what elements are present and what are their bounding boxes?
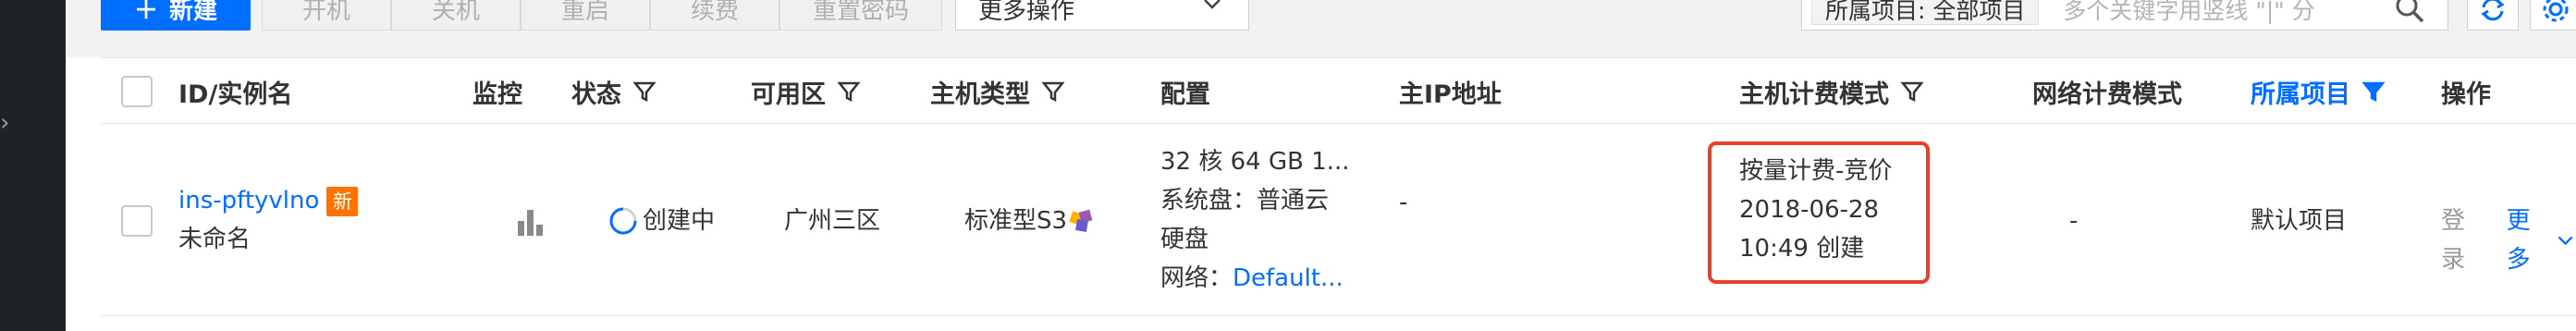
table-row: ins-pftyvlno 新 未命名 创建中 广州三区 标准型S3 32 核 6… [101, 124, 2576, 316]
login-link[interactable]: 登录 [2441, 202, 2484, 279]
header-config: 配置 [1160, 80, 1210, 109]
filter-icon[interactable] [2361, 80, 2386, 104]
net-billing-cell: - [2069, 207, 2079, 235]
start-button[interactable]: 开机 [262, 0, 391, 31]
header-id: ID/实例名 [178, 80, 293, 109]
main-panel: ＋ 新建 开机 关机 重启 续费 重置密码 更多操作 所属项目: 全部项目 多个… [66, 0, 2576, 331]
filter-icon[interactable] [632, 80, 656, 104]
header-ip: 主IP地址 [1399, 80, 1502, 109]
header-billing[interactable]: 主机计费模式 [1739, 58, 1924, 125]
config-disk-cont: 硬盘 [1160, 226, 1209, 253]
filter-icon[interactable] [837, 80, 861, 104]
select-all-checkbox[interactable] [121, 76, 153, 107]
type-text: 标准型S3 [964, 207, 1068, 235]
more-actions-dropdown[interactable]: 更多 [2507, 202, 2576, 279]
new-label: 新建 [169, 0, 218, 25]
spot-instance-icon [1069, 209, 1093, 232]
row-checkbox[interactable] [121, 205, 153, 237]
billing-date: 2018-06-28 [1739, 196, 1880, 224]
gear-icon [2543, 0, 2569, 21]
refresh-icon [2481, 0, 2505, 20]
config-network: 网络：Default... [1160, 264, 1343, 292]
config-spec: 32 核 64 GB 1... [1160, 148, 1350, 176]
renew-button[interactable]: 续费 [650, 0, 779, 31]
header-type[interactable]: 主机类型 [930, 58, 1065, 125]
billing-created: 10:49 创建 [1739, 235, 1865, 263]
chevron-right-icon[interactable]: › [0, 109, 9, 137]
restart-button[interactable]: 重启 [521, 0, 650, 31]
header-status[interactable]: 状态 [571, 58, 656, 125]
search-placeholder: 多个关键字用竖线 "|" 分 [2063, 0, 2315, 24]
filter-icon[interactable] [1041, 80, 1065, 104]
network-link[interactable]: Default... [1233, 264, 1343, 292]
settings-button[interactable] [2530, 0, 2576, 31]
search-input[interactable]: 所属项目: 全部项目 多个关键字用竖线 "|" 分 [1801, 0, 2448, 31]
monitor-chart-icon[interactable] [515, 206, 546, 236]
zone-cell: 广州三区 [784, 207, 881, 235]
project-filter-tag[interactable]: 所属项目: 全部项目 [1811, 0, 2040, 25]
header-actions: 操作 [2441, 80, 2491, 109]
more-operations-dropdown[interactable]: 更多操作 [955, 0, 1249, 31]
type-cell: 标准型S3 [964, 202, 1098, 240]
chevron-down-icon [1200, 0, 1224, 21]
loading-spinner-icon [609, 207, 637, 235]
sidebar: › [0, 0, 66, 331]
search-icon[interactable] [2394, 0, 2425, 24]
billing-mode: 按量计费-竞价 [1739, 157, 1893, 185]
header-project[interactable]: 所属项目 [2251, 58, 2386, 125]
project-cell: 默认项目 [2251, 207, 2348, 235]
shutdown-button[interactable]: 关机 [391, 0, 521, 31]
ip-cell: - [1399, 189, 1408, 216]
header-monitor: 监控 [472, 80, 522, 109]
billing-cell: 按量计费-竞价 2018-06-28 10:49 创建 [1739, 152, 1892, 268]
new-instance-button[interactable]: ＋ 新建 [101, 0, 251, 31]
refresh-button[interactable] [2467, 0, 2519, 31]
new-badge: 新 [326, 186, 359, 216]
more-ops-label: 更多操作 [978, 0, 1075, 25]
instance-id-link[interactable]: ins-pftyvlno [178, 187, 319, 215]
plus-icon: ＋ [133, 0, 158, 25]
config-cell: 32 核 64 GB 1... 系统盘：普通云 硬盘 网络：Default... [1160, 142, 1350, 298]
status-cell: 创建中 [607, 202, 715, 240]
table-header: ID/实例名 监控 状态 可用区 主机类型 配置 主IP地址 主机计费模式 网络… [101, 57, 2576, 124]
instance-name: 未命名 [178, 226, 251, 253]
header-zone[interactable]: 可用区 [751, 58, 861, 125]
filter-icon[interactable] [1900, 80, 1924, 104]
chevron-down-icon [2558, 236, 2573, 246]
config-disk: 系统盘：普通云 [1160, 187, 1330, 215]
actions-cell: 登录 更多 [2441, 202, 2576, 279]
reset-password-button[interactable]: 重置密码 [779, 0, 942, 31]
status-text: 创建中 [643, 207, 716, 235]
instance-cell: ins-pftyvlno 新 未命名 [178, 181, 359, 259]
header-net-billing: 网络计费模式 [2032, 80, 2182, 109]
